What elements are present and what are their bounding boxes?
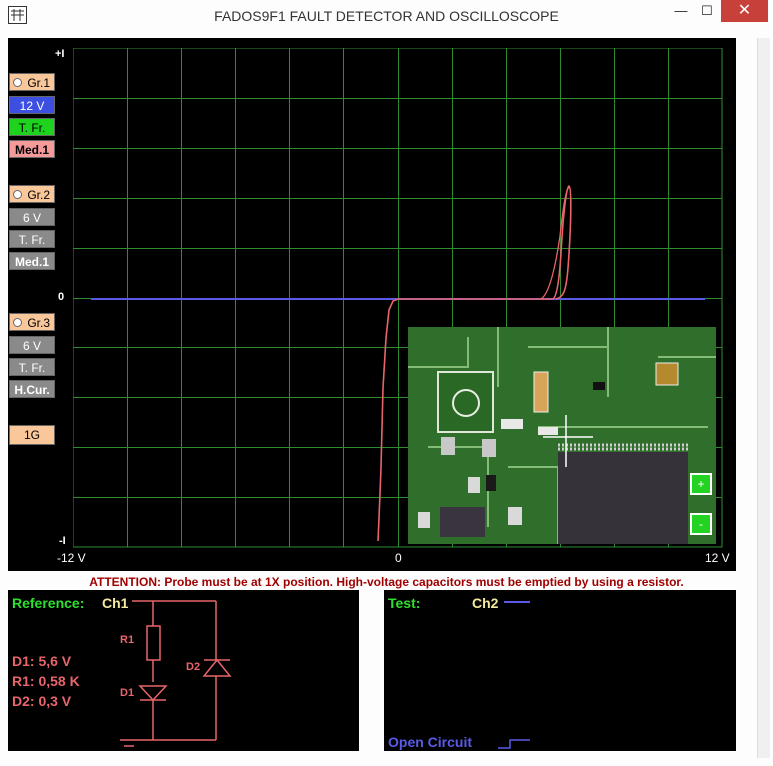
reference-panel: Reference: Ch1 R1 D1 D2 D1: 5,6 V R1: 0,… [8,590,359,751]
zoom-out-button[interactable]: - [690,513,712,535]
close-button[interactable]: ✕ [721,0,768,22]
gr3-select[interactable]: Gr.3 [9,313,55,331]
y-axis-top-label: +I [55,48,65,60]
gr1-med-button[interactable]: Med.1 [9,140,55,158]
window-title: FADOS9F1 FAULT DETECTOR AND OSCILLOSCOPE [214,8,559,24]
d1-value: D1: 5,6 V [12,653,72,669]
frequency-button[interactable]: 1G [9,425,55,445]
gr3-voltage-button[interactable]: 6 V [9,336,55,354]
y-axis-zero-label: 0 [58,291,65,303]
minimize-button[interactable]: — [668,0,694,22]
ch2-legend-line [504,601,530,603]
radio-icon [13,78,22,87]
vertical-scrollbar[interactable] [757,38,770,758]
d2-label: D2 [186,661,201,673]
gr1-voltage-button[interactable]: 12 V [9,96,55,114]
open-circuit-symbol [498,739,530,749]
gr2-label: Gr.2 [27,188,50,202]
test-status: Open Circuit [388,734,473,750]
d2-value: D2: 0,3 V [12,693,72,709]
d1-label: D1 [120,687,135,699]
radio-icon [13,190,22,199]
test-panel: Test: Ch2 Open Circuit [384,590,736,751]
r1-label: R1 [120,634,135,646]
gr2-voltage-button[interactable]: 6 V [9,208,55,226]
reference-circuit-diagram [120,600,232,747]
pcb-photo [408,327,716,544]
test-label: Test: [388,595,421,611]
test-channel: Ch2 [472,595,499,611]
gr1-label: Gr.1 [27,76,50,90]
y-axis-bottom-label: -I [59,535,66,547]
x-axis-right-label: 12 V [705,551,730,565]
gr3-label: Gr.3 [27,316,50,330]
title-bar: FADOS9F1 FAULT DETECTOR AND OSCILLOSCOPE… [0,0,773,30]
maximize-button[interactable]: ☐ [694,0,720,22]
attention-message: ATTENTION: Probe must be at 1X position.… [89,575,684,589]
radio-icon [13,318,22,327]
gr2-select[interactable]: Gr.2 [9,185,55,203]
gr2-tfr-button[interactable]: T. Fr. [9,230,55,248]
gr3-current-button[interactable]: H.Cur. [9,380,55,398]
x-axis-left-label: -12 V [57,551,86,565]
r1-value: R1: 0,58 K [12,673,80,689]
gr3-tfr-button[interactable]: T. Fr. [9,358,55,376]
gr2-med-button[interactable]: Med.1 [9,252,55,270]
gr1-tfr-button[interactable]: T. Fr. [9,118,55,136]
gr1-select[interactable]: Gr.1 [9,73,55,91]
zoom-in-button[interactable]: + [690,473,712,495]
x-axis-zero-label: 0 [395,551,402,565]
